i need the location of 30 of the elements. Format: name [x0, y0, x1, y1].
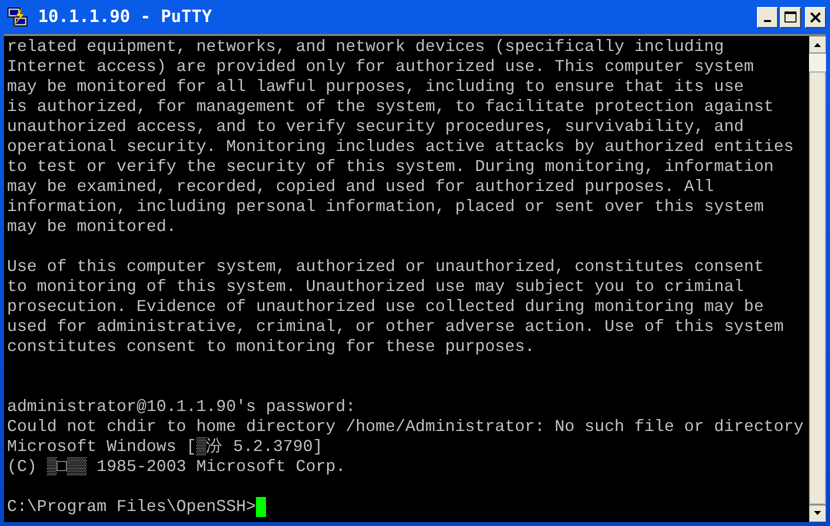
terminal-line: (C) ▒□▒▒ 1985-2003 Microsoft Corp.	[7, 457, 346, 477]
terminal-line: unauthorized access, and to verify security procedures, survivability, and	[7, 117, 744, 137]
minimize-icon	[764, 20, 771, 22]
terminal-line: prosecution. Evidence of unauthorized use collected during monitoring may be	[7, 297, 764, 317]
terminal-line: operational security. Monitoring includes active attacks by authorized entities	[7, 137, 794, 157]
maximize-icon	[784, 11, 797, 23]
terminal-line: used for administrative, criminal, or other adverse action. Use of this system	[7, 317, 784, 337]
terminal-line: Could not chdir to home directory /home/Administrator: No such file or directory	[7, 417, 804, 437]
terminal-line: related equipment, networks, and network devices (specifically including	[7, 37, 724, 57]
terminal-line: administrator@10.1.1.90's password:	[7, 397, 356, 417]
close-icon	[810, 12, 821, 22]
scrollbar[interactable]	[809, 36, 826, 522]
terminal-line: Use of this computer system, authorized or unauthorized, constitutes consent	[7, 257, 764, 277]
terminal-line: to test or verify the security of this system. During monitoring, information	[7, 157, 774, 177]
terminal-line: may be monitored for all lawful purposes, including to ensure that its use	[7, 77, 744, 97]
terminal-line: constitutes consent to monitoring for these purposes.	[7, 337, 535, 357]
terminal-line: is authorized, for management of the system, to facilitate protection against	[7, 97, 774, 117]
text-cursor	[256, 497, 266, 517]
minimize-button[interactable]	[757, 6, 778, 28]
terminal-line: information, including personal information, placed or sent over this system	[7, 197, 764, 217]
computer-icon	[6, 6, 30, 28]
maximize-button[interactable]	[780, 6, 801, 28]
terminal-line: to monitoring of this system. Unauthorized use may subject you to criminal	[7, 277, 744, 297]
terminal-line: Microsoft Windows [▒汾 5.2.3790]	[7, 437, 323, 457]
terminal-line: may be monitored.	[7, 217, 176, 237]
command-prompt: C:\Program Files\OpenSSH>	[7, 497, 256, 517]
terminal-line: may be examined, recorded, copied and used for authorized purposes. All	[7, 177, 714, 197]
window-title: 10.1.1.90 - PuTTY	[38, 7, 213, 27]
close-button[interactable]	[805, 6, 826, 28]
terminal-line: Internet access) are provided only for authorized use. This computer system	[7, 57, 754, 77]
